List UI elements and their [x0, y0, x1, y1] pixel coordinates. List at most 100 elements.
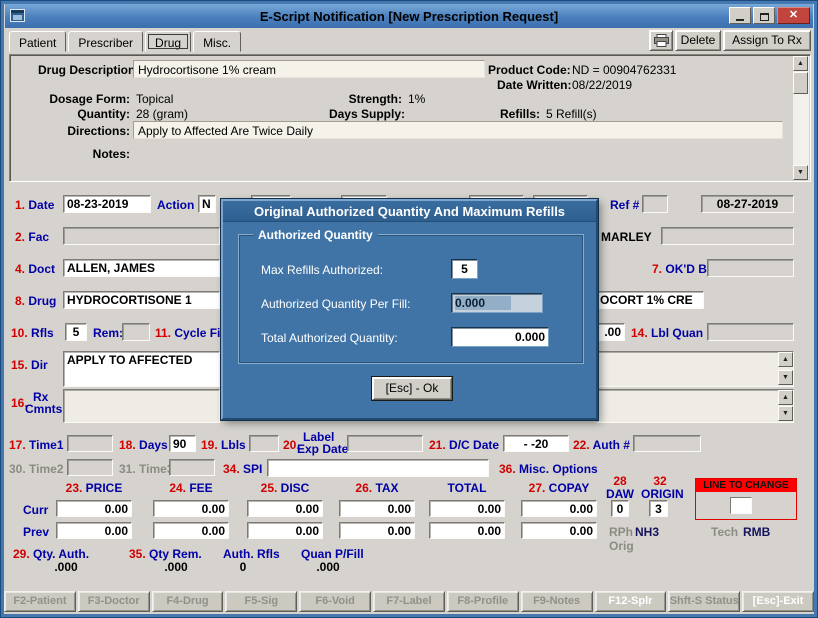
- drug-field-fragment[interactable]: OCORT 1% CRE: [597, 291, 704, 309]
- line-to-change-input[interactable]: [730, 497, 752, 514]
- f6-void-button[interactable]: F6-Void: [299, 591, 371, 612]
- tab-patient[interactable]: Patient: [9, 31, 66, 52]
- disc-header-num: 25.: [261, 481, 278, 495]
- close-button[interactable]: ✕: [777, 7, 810, 24]
- rx-cmnts-field[interactable]: [63, 389, 220, 423]
- field-17-label: Time1: [29, 438, 63, 452]
- refills-label: Refills:: [480, 107, 540, 121]
- f2-patient-button[interactable]: F2-Patient: [4, 591, 76, 612]
- tab-prescriber[interactable]: Prescriber: [68, 31, 143, 52]
- tab-misc[interactable]: Misc.: [193, 31, 241, 52]
- group-label: Authorized Quantity: [253, 228, 378, 242]
- drug-field[interactable]: HYDROCORTISONE 1: [63, 291, 220, 309]
- patient-name-fragment[interactable]: MARLEY: [601, 230, 652, 244]
- curr-disc-field[interactable]: 0.00: [247, 500, 323, 517]
- date-field[interactable]: 08-23-2019: [63, 195, 151, 213]
- f5-sig-button[interactable]: F5-Sig: [225, 591, 297, 612]
- assign-to-rx-button[interactable]: Assign To Rx: [723, 30, 811, 51]
- directions-field[interactable]: Apply to Affected Are Twice Daily: [133, 121, 783, 139]
- field-15-label: Dir: [31, 358, 48, 372]
- cmnts-scroll-down[interactable]: ▼: [778, 406, 793, 421]
- tab-drug[interactable]: Drug: [145, 31, 191, 52]
- days-field[interactable]: 90: [169, 435, 196, 452]
- action-field[interactable]: N: [198, 195, 216, 213]
- scrollbar-thumb[interactable]: [793, 72, 808, 94]
- rem-field[interactable]: [122, 323, 150, 341]
- f12-splr-button[interactable]: F12-Splr: [595, 591, 667, 612]
- patient-extra-field[interactable]: [661, 227, 794, 245]
- prev-price-field[interactable]: 0.00: [56, 522, 132, 539]
- curr-total-field[interactable]: 0.00: [429, 500, 505, 517]
- drug-panel-scrollbar[interactable]: ▲ ▼: [793, 56, 809, 180]
- esc-exit-button[interactable]: [Esc]-Exit: [742, 591, 814, 612]
- lbl-quan-field[interactable]: [707, 323, 794, 341]
- rfls-field[interactable]: 5: [65, 323, 87, 341]
- alt-date-field[interactable]: 08-27-2019: [701, 195, 794, 213]
- prev-tax-field[interactable]: 0.00: [339, 522, 415, 539]
- curr-tax-field[interactable]: 0.00: [339, 500, 415, 517]
- strength-value: 1%: [408, 92, 425, 106]
- label-exp-date-field[interactable]: [347, 435, 423, 452]
- total-qty-field[interactable]: 0.000: [451, 327, 549, 347]
- spi-dropdown[interactable]: [267, 459, 489, 477]
- cmnts-scroll-up[interactable]: ▲: [778, 390, 793, 405]
- prev-fee-field[interactable]: 0.00: [153, 522, 229, 539]
- per-fill-field[interactable]: 0.000: [451, 293, 543, 313]
- lbls-field[interactable]: [249, 435, 279, 452]
- scroll-down-button[interactable]: ▼: [793, 165, 808, 180]
- field-21-label: D/C Date: [449, 438, 499, 452]
- action-label: Action: [157, 198, 194, 212]
- drug-description-label: Drug Description:: [38, 63, 130, 77]
- prev-disc-field[interactable]: 0.00: [247, 522, 323, 539]
- drug-description-field[interactable]: Hydrocortisone 1% cream: [133, 60, 485, 78]
- doctor-field[interactable]: ALLEN, JAMES: [63, 259, 220, 277]
- field-18-label: Days: [139, 438, 168, 452]
- time3-field[interactable]: [169, 459, 215, 476]
- field-34-num: 34.: [223, 462, 240, 476]
- dir-scroll-up[interactable]: ▲: [778, 352, 793, 367]
- dc-date-field[interactable]: - -20: [503, 435, 569, 452]
- f8-profile-button[interactable]: F8-Profile: [447, 591, 519, 612]
- f4-drug-button[interactable]: F4-Drug: [152, 591, 224, 612]
- f3-doctor-button[interactable]: F3-Doctor: [78, 591, 150, 612]
- daw-field[interactable]: 0: [611, 500, 629, 517]
- time2-field[interactable]: [67, 459, 113, 476]
- prev-copay-field[interactable]: 0.00: [521, 522, 597, 539]
- qty-rem-value: .000: [151, 560, 201, 574]
- up-arrow-icon: ▲: [782, 356, 789, 363]
- auth-num-field[interactable]: [633, 435, 701, 452]
- amount-fragment[interactable]: .00: [597, 323, 625, 341]
- curr-price-field[interactable]: 0.00: [56, 500, 132, 517]
- shft-s-status-button[interactable]: Shft-S Status: [668, 591, 740, 612]
- esc-ok-button[interactable]: [Esc] - Ok: [372, 377, 452, 400]
- f7-label-button[interactable]: F7-Label: [373, 591, 445, 612]
- f9-notes-button[interactable]: F9-Notes: [521, 591, 593, 612]
- directions-label: Directions:: [38, 124, 130, 138]
- fac-field[interactable]: [63, 227, 220, 245]
- rx-cmnts-field-right[interactable]: [597, 389, 794, 423]
- dir-field[interactable]: APPLY TO AFFECTED: [63, 351, 220, 387]
- field-19-label: Lbls: [221, 438, 246, 452]
- copay-header-num: 27.: [529, 481, 546, 495]
- curr-copay-field[interactable]: 0.00: [521, 500, 597, 517]
- dir-scroll-down[interactable]: ▼: [778, 370, 793, 385]
- max-refills-field[interactable]: 5: [451, 259, 478, 279]
- origin-field[interactable]: 3: [649, 500, 668, 517]
- delete-button[interactable]: Delete: [675, 30, 721, 51]
- okd-by-field[interactable]: [707, 259, 794, 277]
- time1-field[interactable]: [67, 435, 113, 452]
- dir-field-right[interactable]: [597, 351, 794, 387]
- ref-field[interactable]: [642, 195, 668, 213]
- field-18-num: 18.: [119, 438, 136, 452]
- print-button[interactable]: [649, 30, 673, 51]
- prev-total-field[interactable]: 0.00: [429, 522, 505, 539]
- refills-value: 5 Refill(s): [546, 107, 597, 121]
- scroll-up-button[interactable]: ▲: [793, 56, 808, 71]
- curr-fee-field[interactable]: 0.00: [153, 500, 229, 517]
- maximize-button[interactable]: [753, 7, 775, 24]
- dosage-form-value: Topical: [136, 92, 173, 106]
- field-36-label[interactable]: Misc. Options: [519, 462, 598, 476]
- minimize-button[interactable]: [729, 7, 751, 24]
- field-8-label: Drug: [28, 294, 56, 308]
- tax-header-num: 26.: [355, 481, 372, 495]
